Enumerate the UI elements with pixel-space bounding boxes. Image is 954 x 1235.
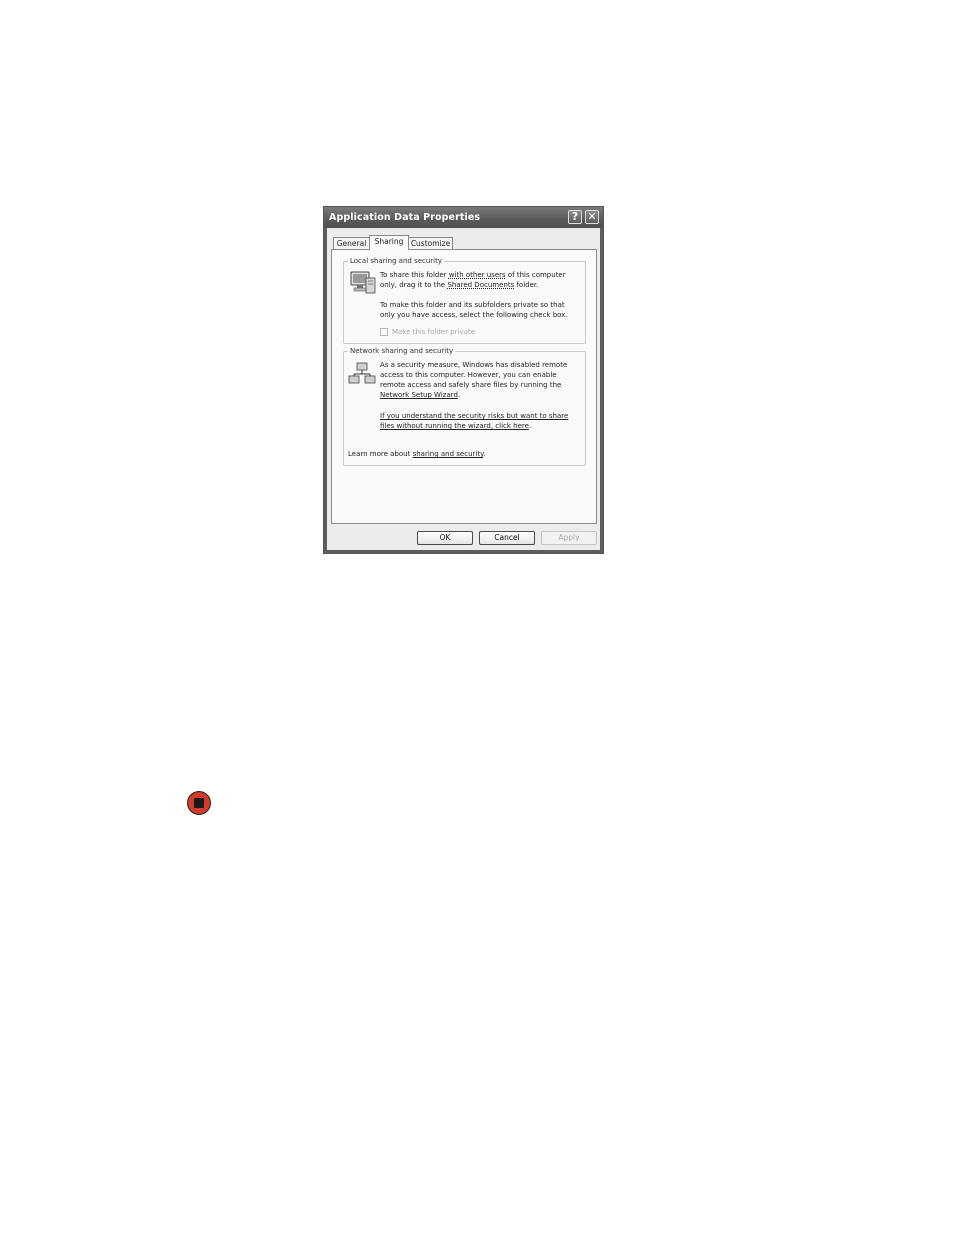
local-text: of this computer — [507, 271, 566, 279]
private-instructions-line1: To make this folder and its subfolders p… — [380, 301, 565, 309]
tab-customize[interactable]: Customize — [408, 237, 453, 249]
sharing-security-link[interactable]: sharing and security — [413, 450, 484, 458]
local-paragraph-line2: only, drag it to the Shared Documents fo… — [380, 280, 538, 290]
learn-more-line: Learn more about sharing and security. — [348, 449, 485, 459]
tab-sharing[interactable]: Sharing — [369, 235, 409, 250]
ok-button[interactable]: OK — [417, 531, 473, 545]
cancel-button[interactable]: Cancel — [479, 531, 535, 545]
risk-text: . — [528, 422, 532, 430]
dialog-body: General Sharing Customize Local sharing … — [327, 228, 600, 550]
local-text: only, drag it to the — [380, 281, 446, 289]
private-instructions-line2: only you have access, select the followi… — [380, 311, 568, 319]
click-here-link[interactable]: files without running the wizard, click … — [380, 422, 529, 430]
make-private-label: Make this folder private — [392, 327, 475, 337]
dialog-title: Application Data Properties — [324, 207, 603, 228]
network-setup-wizard-link[interactable]: Network Setup Wizard — [380, 391, 458, 399]
help-button[interactable]: ? — [568, 210, 582, 224]
network-line4: Network Setup Wizard. — [380, 390, 460, 400]
computer-folder-icon — [350, 271, 376, 294]
network-line3: remote access and safely share files by … — [380, 381, 562, 389]
make-private-checkbox[interactable] — [380, 328, 388, 336]
network-line2: access to this computer. However, you ca… — [380, 371, 557, 379]
risk-link-line1[interactable]: If you understand the security risks but… — [380, 412, 568, 420]
close-icon: ✕ — [587, 210, 597, 223]
other-users-link[interactable]: with other users — [449, 271, 506, 279]
local-text: To share this folder — [380, 271, 447, 279]
properties-dialog: Application Data Properties ? ✕ General … — [323, 206, 604, 554]
sharing-panel: Local sharing and security To share this… — [331, 249, 597, 524]
local-paragraph-line1: To share this folder with other users of… — [380, 270, 566, 280]
make-private-text: Make this folder private — [392, 328, 475, 336]
risk-line1: If you understand the security risks but… — [380, 411, 568, 421]
shared-documents-link[interactable]: Shared Documents — [447, 281, 514, 289]
learn-more-text: . — [483, 450, 486, 458]
network-text: . — [457, 391, 461, 399]
network-computers-icon — [348, 362, 376, 384]
apply-button[interactable]: Apply — [541, 531, 597, 545]
close-button[interactable]: ✕ — [585, 210, 599, 224]
local-sharing-legend: Local sharing and security — [348, 256, 445, 266]
network-sharing-legend: Network sharing and security — [348, 346, 456, 356]
stop-icon — [187, 791, 211, 815]
tab-general[interactable]: General — [333, 237, 370, 249]
question-icon: ? — [571, 210, 579, 223]
risk-line2: files without running the wizard, click … — [380, 421, 531, 431]
network-line1: As a security measure, Windows has disab… — [380, 361, 568, 369]
learn-more-text: Learn more about — [348, 450, 411, 458]
local-text: folder. — [516, 281, 539, 289]
